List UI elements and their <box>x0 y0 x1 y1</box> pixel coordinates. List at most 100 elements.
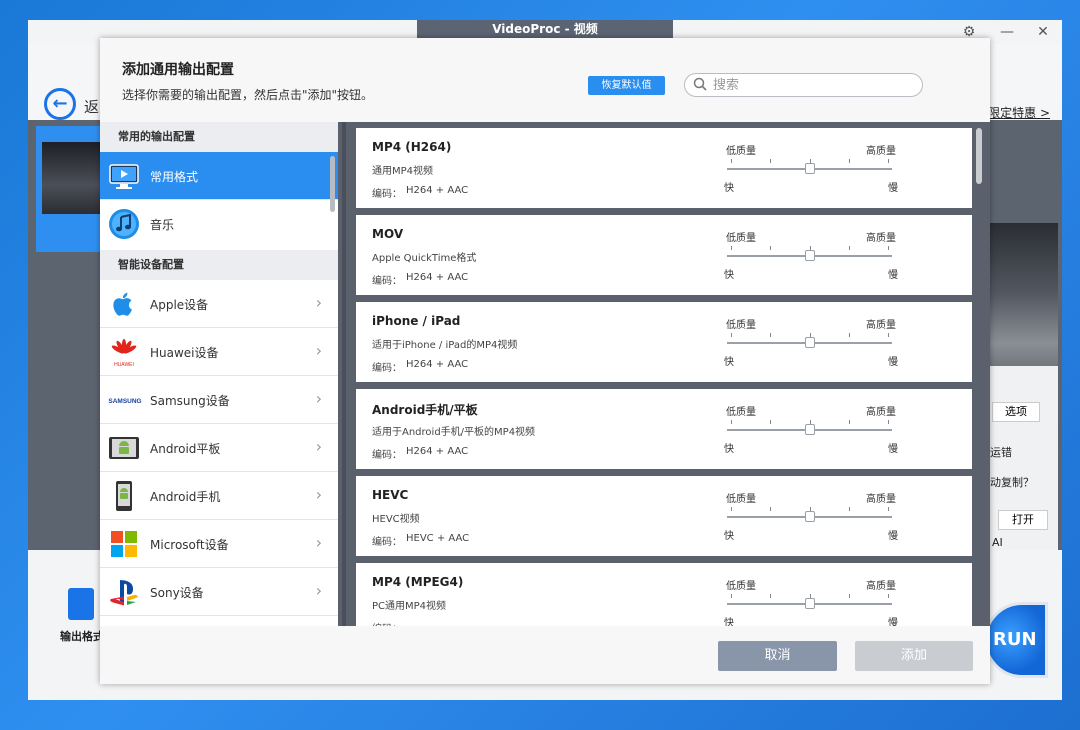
format-name: iPhone / iPad <box>372 314 461 328</box>
format-card[interactable]: Android手机/平板适用于Android手机/平板的MP4视频 编码： H264… <box>356 389 972 469</box>
codec-label: 编码： <box>372 276 402 287</box>
search-input[interactable] <box>713 76 913 94</box>
format-card[interactable]: MP4 (H264) 通用MP4视频 编码： H264 + AAC 低质量 高质量快 慢 <box>356 128 972 208</box>
slider-tick <box>848 333 850 337</box>
add-button[interactable]: 添加 <box>855 641 973 671</box>
sidebar-item-label: Android平板 <box>150 442 221 456</box>
high-quality-label: 高质量 <box>866 146 896 157</box>
format-card[interactable]: MP4 (MPEG4)PC通用MP4视频编码：低质量高质量快慢 <box>356 563 972 626</box>
slider-tick <box>770 333 772 337</box>
sidebar-item-common-formats[interactable]: 常用格式 <box>100 152 338 200</box>
codec-label: 编码： <box>372 450 402 461</box>
minimize-icon[interactable]: — <box>996 22 1018 42</box>
slider-tick <box>731 507 732 511</box>
slow-label: 慢 <box>888 531 898 542</box>
sidebar-scrollbar[interactable] <box>330 156 335 212</box>
format-card[interactable]: HEVC HEVC视频 编码： HEVC + AAC 低质量 高质量快 慢 <box>356 476 972 556</box>
quality-slider-thumb[interactable] <box>804 250 815 261</box>
format-name: MOV <box>372 227 404 241</box>
close-icon[interactable]: ✕ <box>1032 22 1054 42</box>
open-button[interactable]: 打开 <box>998 510 1048 530</box>
slider-tick <box>888 420 889 424</box>
slider-tick <box>731 159 732 163</box>
quality-slider-thumb[interactable] <box>804 163 815 174</box>
sidebar-item-label: Android手机 <box>150 490 221 504</box>
search-icon <box>693 77 707 91</box>
microsoft-icon <box>111 531 137 557</box>
format-name: MP4 (MPEG4) <box>372 575 464 589</box>
dialog-body: 常用的输出配置 常用格式 音乐 智能设备配置 Apple设备 › HUAWEI … <box>100 122 990 626</box>
sidebar-item-apple[interactable]: Apple设备 › <box>100 280 338 328</box>
format-description: 适用于Android手机/平板的MP4视频 <box>372 427 536 438</box>
chevron-right-icon: › <box>315 533 322 552</box>
slider-tick <box>731 420 732 424</box>
sidebar-item-samsung[interactable]: SAMSUNG Samsung设备 › <box>100 376 338 424</box>
category-sidebar: 常用的输出配置 常用格式 音乐 智能设备配置 Apple设备 › HUAWEI … <box>100 122 338 626</box>
low-quality-label: 低质量 <box>726 233 756 244</box>
run-button[interactable]: RUN <box>984 602 1048 678</box>
sidebar-item-huawei[interactable]: HUAWEI Huawei设备 › <box>100 328 338 376</box>
add-output-profile-dialog: 添加通用输出配置 选择你需要的输出配置，然后点击"添加"按钮。 恢复默认值 常用… <box>100 38 990 684</box>
codec-value: H264 + AAC <box>406 446 469 457</box>
slider-tick <box>848 507 850 511</box>
slow-label: 慢 <box>888 357 898 368</box>
dialog-footer: 取消 添加 <box>100 626 990 684</box>
high-quality-label: 高质量 <box>866 407 896 418</box>
format-card[interactable]: MOV Apple QuickTime格式 编码： H264 + AAC 低质量 高质量快… <box>356 215 972 295</box>
back-label[interactable]: 返 <box>84 96 99 117</box>
sidebar-item-sony[interactable]: Sony设备 › <box>100 568 338 616</box>
format-description: 通用MP4视频 <box>372 166 434 177</box>
sidebar-item-android-phone[interactable]: Android手机 › <box>100 472 338 520</box>
right-options-panel: 选项 运错 动复制？ 打开 AI <box>988 366 1058 556</box>
output-format-icon[interactable] <box>68 588 94 620</box>
sidebar-item-android-tablet[interactable]: Android平板 › <box>100 424 338 472</box>
low-quality-label: 低质量 <box>726 581 756 592</box>
svg-text:SAMSUNG: SAMSUNG <box>108 398 141 405</box>
promo-link[interactable]: 限定特惠 > <box>988 104 1050 121</box>
slider-tick <box>770 420 772 424</box>
quality-slider-thumb[interactable] <box>804 511 815 522</box>
codec-value: H264 + AAC <box>406 272 469 283</box>
cancel-button[interactable]: 取消 <box>718 641 837 671</box>
format-description: PC通用MP4视频 <box>372 601 447 612</box>
svg-text:HUAWEI: HUAWEI <box>114 362 134 368</box>
quality-slider-thumb[interactable] <box>804 424 815 435</box>
monitor-icon <box>109 164 139 189</box>
search-box[interactable] <box>684 73 923 97</box>
sidebar-item-music[interactable]: 音乐 <box>100 200 338 248</box>
music-icon <box>109 209 139 239</box>
list-scrollbar[interactable] <box>976 128 982 184</box>
fast-label: 快 <box>724 270 734 281</box>
samsung-icon: SAMSUNG <box>108 398 141 405</box>
codec-value: H264 + AAC <box>406 185 469 196</box>
quality-slider-thumb[interactable] <box>804 337 815 348</box>
back-arrow-icon[interactable]: ← <box>44 88 76 120</box>
slow-label: 慢 <box>888 618 898 626</box>
sidebar-item-label: 常用格式 <box>150 170 199 184</box>
chevron-right-icon: › <box>315 581 322 600</box>
sidebar-item-label: Microsoft设备 <box>150 538 229 552</box>
quality-slider-thumb[interactable] <box>804 598 815 609</box>
low-quality-label: 低质量 <box>726 494 756 505</box>
format-name: MP4 (H264) <box>372 140 452 154</box>
chevron-right-icon: › <box>315 485 322 504</box>
slider-tick <box>888 333 889 337</box>
format-name: Android手机/平板 <box>372 403 478 417</box>
video-thumbnail-card[interactable] <box>36 126 106 252</box>
restore-defaults-button[interactable]: 恢复默认值 <box>588 76 665 95</box>
low-quality-label: 低质量 <box>726 146 756 157</box>
fast-label: 快 <box>724 183 734 194</box>
android-tablet-icon <box>109 437 139 459</box>
codec-value: H264 + AAC <box>406 359 469 370</box>
fast-label: 快 <box>724 531 734 542</box>
format-card[interactable]: iPhone / iPad 适用于iPhone / iPad的MP4视频 编码： H2… <box>356 302 972 382</box>
format-name: HEVC <box>372 488 409 502</box>
output-format-label: 输出格式 <box>60 630 104 643</box>
options-button[interactable]: 选项 <box>992 402 1040 422</box>
slider-tick <box>848 246 850 250</box>
chevron-right-icon: › <box>315 341 322 360</box>
sidebar-item-microsoft[interactable]: Microsoft设备 › <box>100 520 338 568</box>
playstation-icon <box>110 580 138 606</box>
slider-tick <box>888 159 889 163</box>
panel-text: 动复制？ <box>990 476 1034 489</box>
